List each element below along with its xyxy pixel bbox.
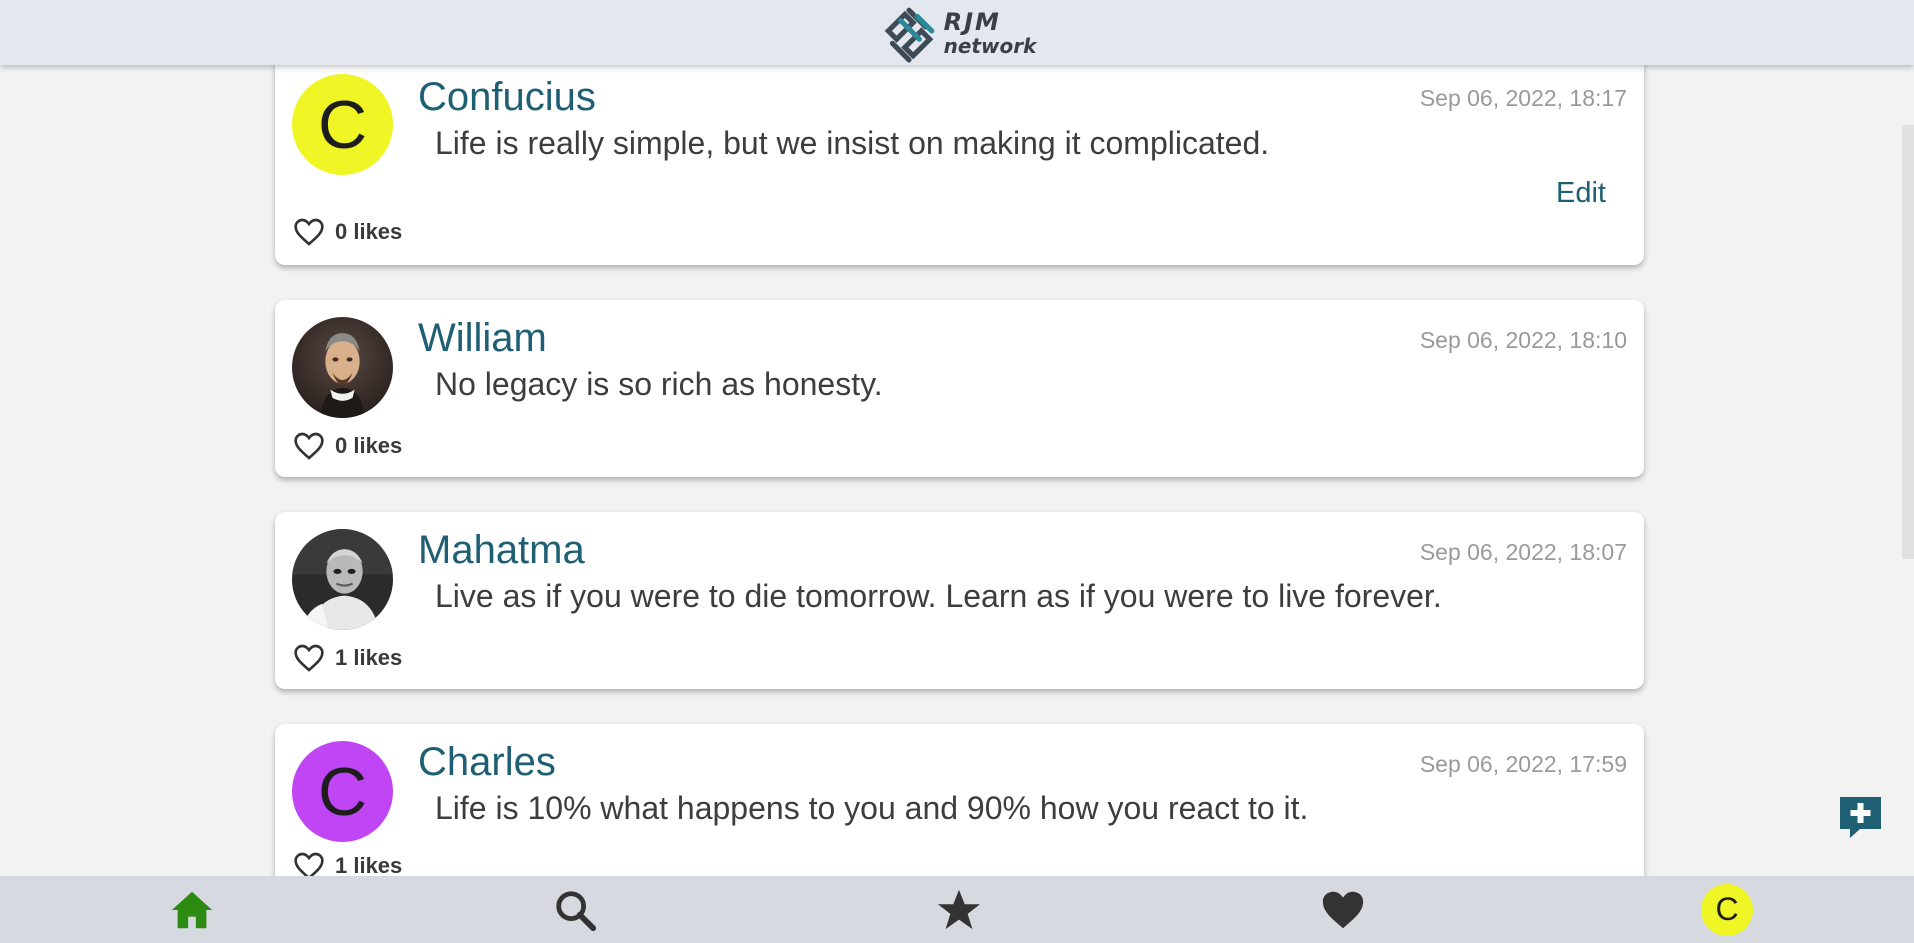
portrait-photo-icon bbox=[292, 529, 393, 630]
author-name[interactable]: William bbox=[418, 316, 547, 361]
heart-outline-icon[interactable] bbox=[293, 643, 325, 673]
app-logo[interactable]: RJM network bbox=[878, 2, 1037, 64]
nav-profile[interactable]: C bbox=[1697, 876, 1757, 943]
bottom-nav: C bbox=[0, 876, 1914, 943]
logo-title: RJM bbox=[943, 7, 1001, 36]
post-card: William Sep 06, 2022, 18:10 No legacy is… bbox=[275, 300, 1644, 477]
new-post-button[interactable] bbox=[1838, 795, 1883, 840]
search-icon bbox=[556, 890, 597, 931]
post-content: Live as if you were to die tomorrow. Lea… bbox=[435, 578, 1442, 614]
author-avatar[interactable]: C bbox=[292, 741, 393, 842]
avatar-initial: C bbox=[317, 86, 368, 163]
post-content: Life is really simple, but we insist on … bbox=[435, 125, 1270, 161]
edit-button[interactable]: Edit bbox=[1556, 177, 1606, 210]
post-content: Life is 10% what happens to you and 90% … bbox=[435, 790, 1309, 826]
post-timestamp: Sep 06, 2022, 18:10 bbox=[1419, 327, 1627, 353]
nav-favorites[interactable] bbox=[929, 876, 989, 943]
portrait-photo-icon bbox=[292, 317, 393, 418]
profile-initial: C bbox=[1715, 891, 1739, 927]
profile-avatar: C bbox=[1701, 883, 1753, 936]
author-avatar[interactable]: C bbox=[292, 74, 393, 175]
heart-outline-icon[interactable] bbox=[293, 217, 325, 247]
author-name[interactable]: Charles bbox=[418, 740, 556, 785]
post-card: C Confucius Sep 06, 2022, 18:17 Life is … bbox=[275, 55, 1644, 265]
likes-count: 0 likes bbox=[335, 219, 403, 244]
heart-icon bbox=[1322, 891, 1364, 928]
logo-subtitle: network bbox=[943, 33, 1037, 58]
author-name[interactable]: Mahatma bbox=[418, 528, 585, 573]
nav-home[interactable] bbox=[162, 876, 222, 943]
post-card: C Charles Sep 06, 2022, 17:59 Life is 10… bbox=[275, 724, 1644, 901]
add-comment-icon bbox=[1840, 797, 1881, 838]
heart-outline-icon[interactable] bbox=[293, 431, 325, 461]
nav-likes[interactable] bbox=[1313, 876, 1373, 943]
nav-search[interactable] bbox=[545, 876, 605, 943]
author-avatar[interactable] bbox=[292, 317, 393, 418]
post-content: No legacy is so rich as honesty. bbox=[435, 366, 883, 402]
likes-count: 1 likes bbox=[335, 645, 403, 670]
post-timestamp: Sep 06, 2022, 17:59 bbox=[1419, 751, 1627, 777]
star-icon bbox=[937, 889, 981, 929]
likes-row: 1 likes bbox=[293, 643, 402, 673]
author-avatar[interactable] bbox=[292, 529, 393, 630]
logo-knot-icon bbox=[884, 7, 934, 62]
post-timestamp: Sep 06, 2022, 18:07 bbox=[1419, 539, 1627, 565]
avatar-initial: C bbox=[317, 753, 368, 830]
likes-row: 0 likes bbox=[293, 431, 402, 461]
likes-count: 0 likes bbox=[335, 433, 403, 458]
likes-row: 0 likes bbox=[293, 217, 402, 247]
post-card: Mahatma Sep 06, 2022, 18:07 Live as if y… bbox=[275, 512, 1644, 689]
scrollbar[interactable] bbox=[1902, 125, 1914, 559]
post-timestamp: Sep 06, 2022, 18:17 bbox=[1419, 85, 1627, 111]
author-name[interactable]: Confucius bbox=[418, 75, 596, 120]
top-header: RJM network bbox=[0, 0, 1914, 65]
home-icon bbox=[171, 891, 213, 928]
